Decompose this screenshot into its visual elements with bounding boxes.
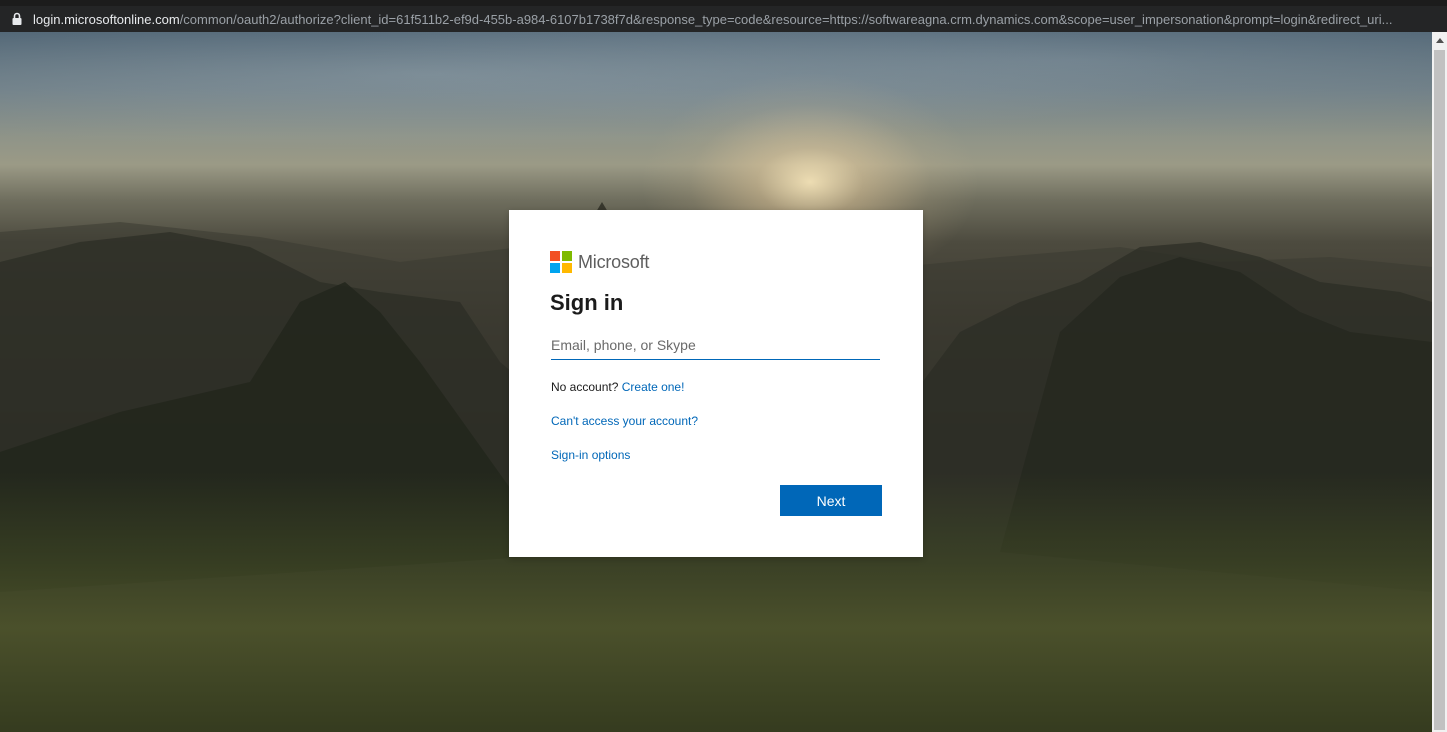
lock-icon — [11, 12, 23, 26]
scroll-thumb[interactable] — [1434, 50, 1445, 730]
create-account-link[interactable]: Create one! — [622, 380, 685, 394]
page-title: Sign in — [550, 290, 624, 315]
address-bar[interactable]: login.microsoftonline.com /common/oauth2… — [0, 6, 1447, 32]
logo-yellow-square — [562, 263, 572, 273]
logo-blue-square — [550, 263, 560, 273]
no-account-row: No account? Create one! — [551, 380, 684, 394]
sign-in-options-link[interactable]: Sign-in options — [551, 448, 630, 462]
next-button[interactable]: Next — [780, 485, 882, 516]
brand-name: Microsoft — [578, 251, 650, 272]
cant-access-account-link[interactable]: Can't access your account? — [551, 414, 698, 428]
microsoft-brand: Microsoft — [550, 251, 649, 273]
scroll-up-arrow-icon[interactable] — [1436, 38, 1444, 43]
logo-green-square — [562, 251, 572, 261]
browser-window: login.microsoftonline.com /common/oauth2… — [0, 0, 1447, 732]
cant-access-row: Can't access your account? — [551, 414, 698, 428]
microsoft-logo-icon — [550, 251, 572, 273]
no-account-text: No account? — [551, 380, 619, 394]
url-path: /common/oauth2/authorize?client_id=61f51… — [179, 11, 1393, 27]
logo-red-square — [550, 251, 560, 261]
page-scrollbar[interactable] — [1432, 32, 1447, 732]
email-input[interactable] — [551, 332, 880, 360]
url-host: login.microsoftonline.com — [33, 11, 180, 27]
sign-in-card: Microsoft Sign in No account? Create one… — [509, 210, 923, 557]
sign-in-options-row: Sign-in options — [551, 448, 630, 462]
